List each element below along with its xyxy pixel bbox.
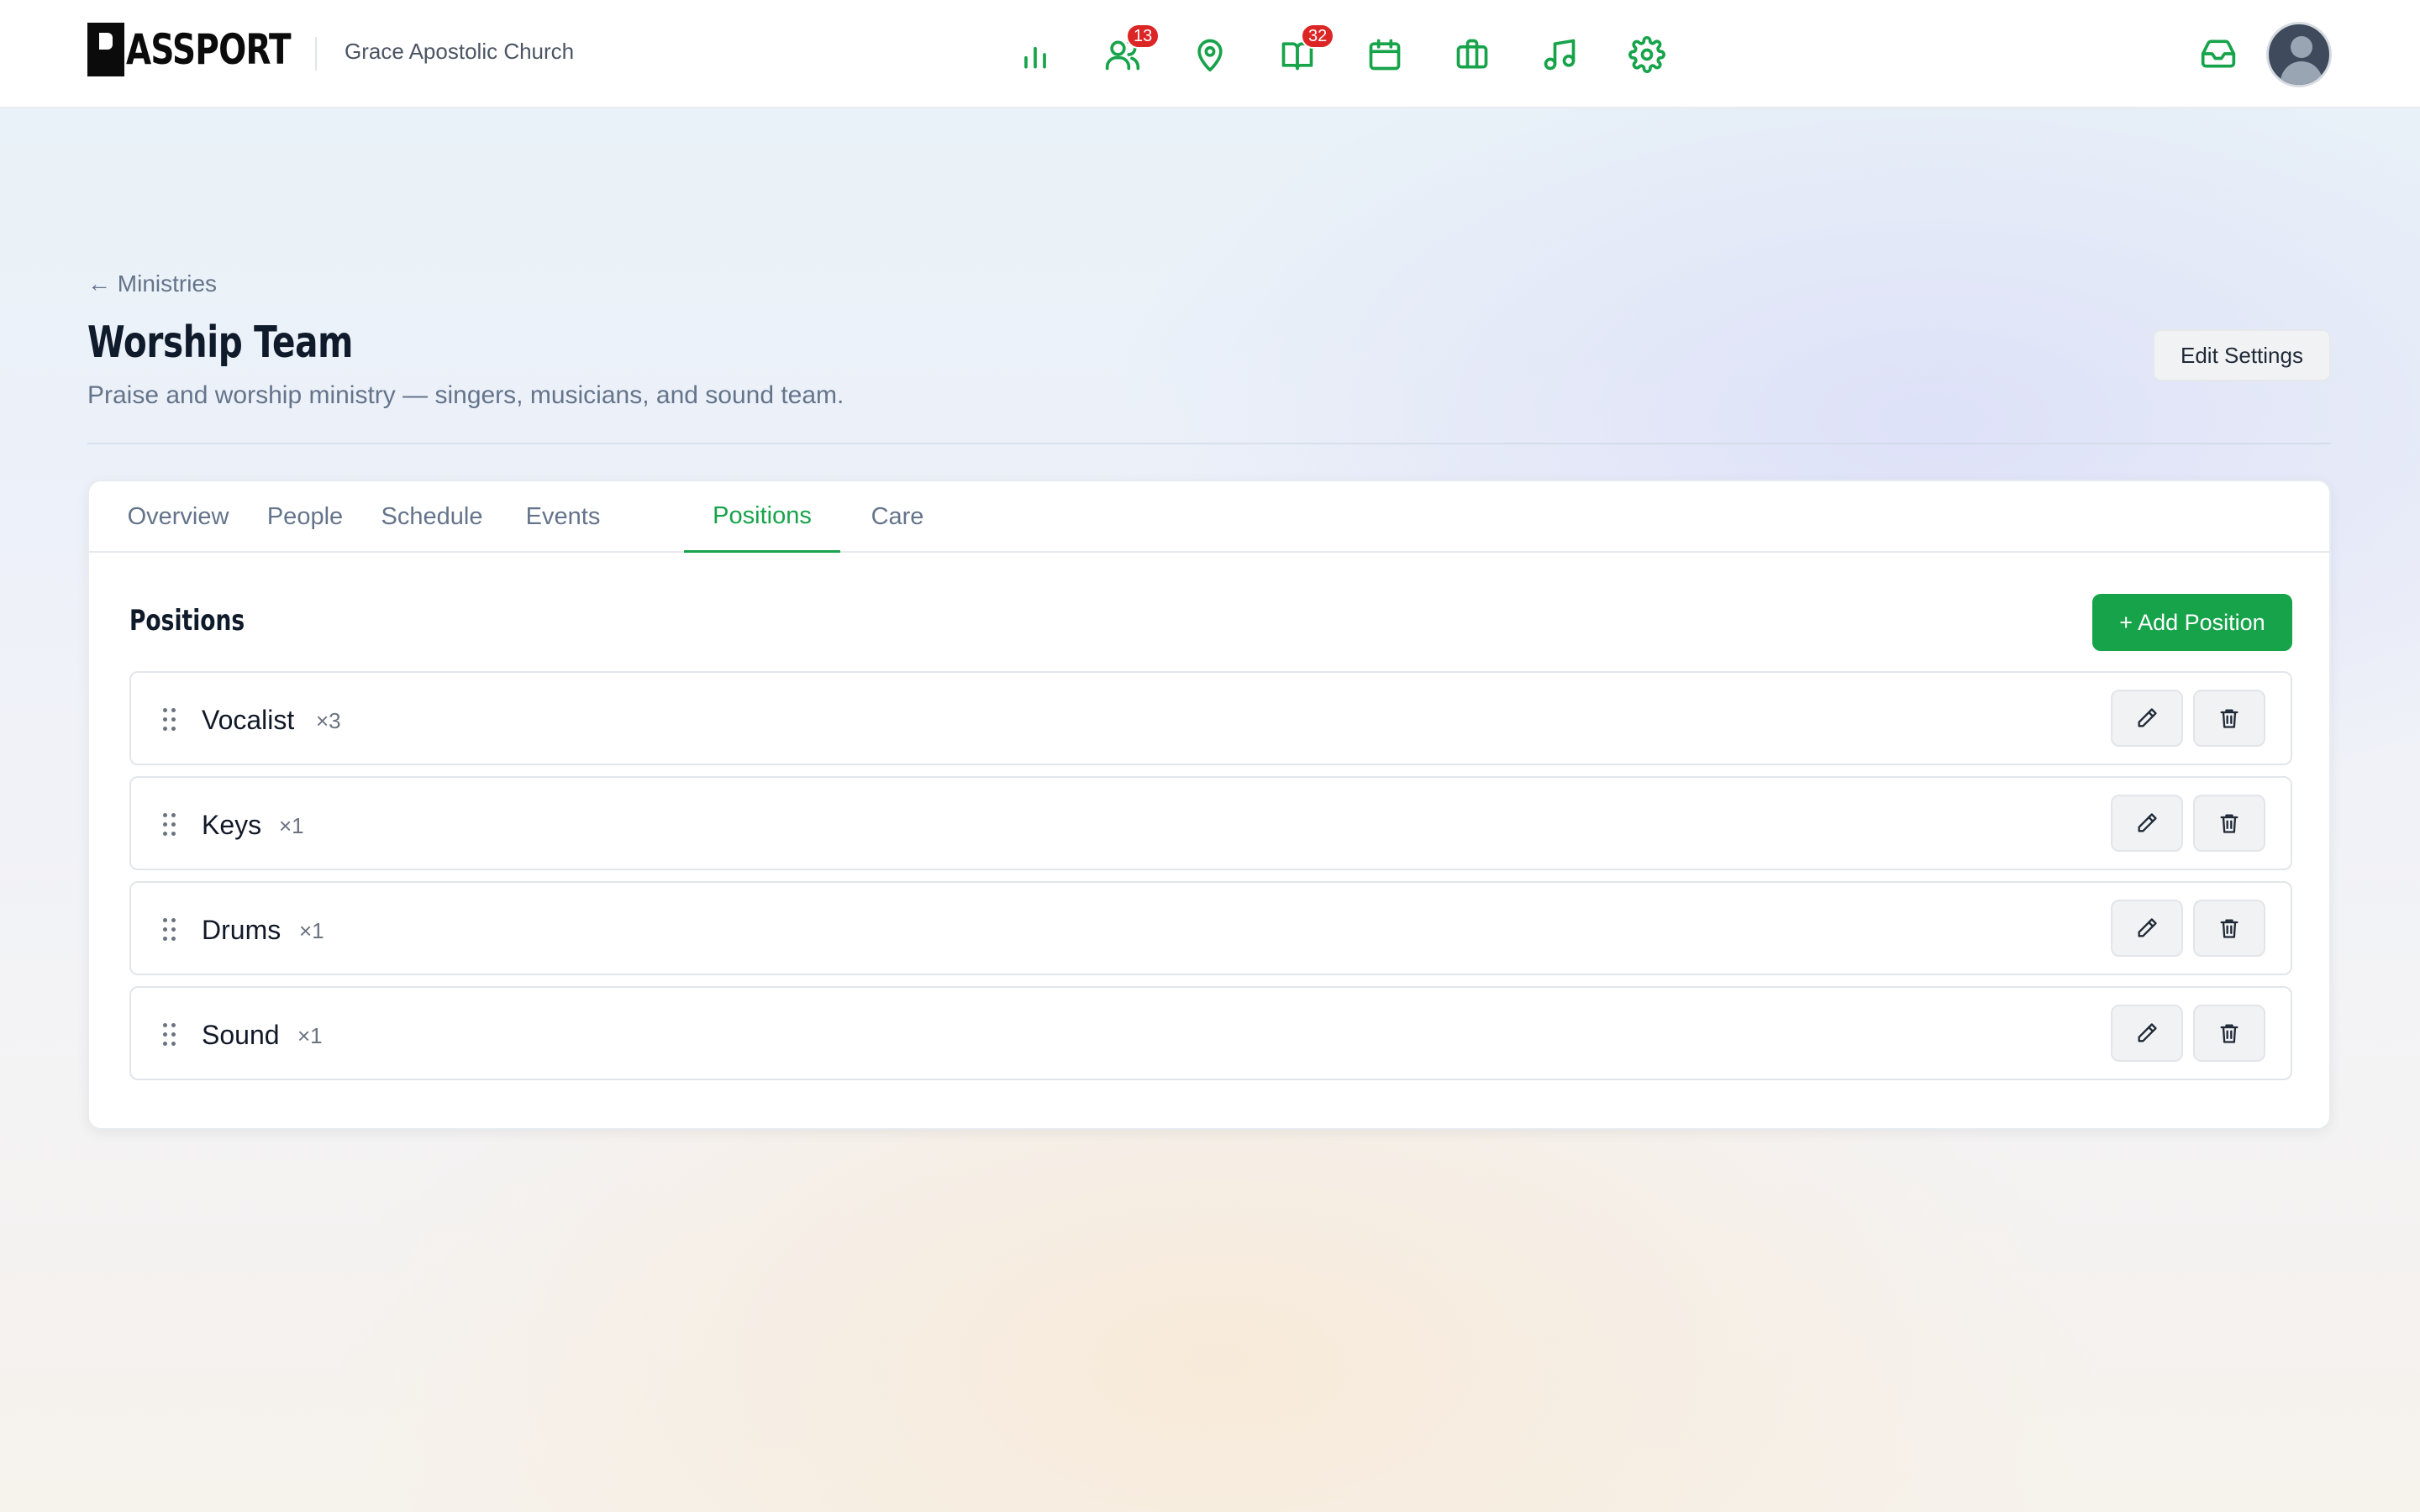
position-name: Vocalist	[202, 705, 295, 735]
tab-schedule[interactable]: Schedule	[368, 481, 496, 553]
position-count: ×3	[316, 708, 341, 733]
position-row: Keys ×1	[129, 776, 2292, 870]
nav-music[interactable]	[1516, 29, 1603, 81]
position-count: ×1	[279, 813, 304, 838]
map-pin-icon	[1197, 39, 1223, 72]
bar-chart-icon	[1024, 46, 1046, 69]
nav-reports[interactable]	[992, 29, 1079, 81]
nav-settings[interactable]	[1603, 29, 1691, 81]
trash-icon	[2220, 709, 2238, 728]
trash-icon	[2220, 919, 2238, 938]
inbox-button[interactable]	[2200, 35, 2240, 72]
tab-events[interactable]: Events	[509, 481, 617, 553]
inbox-icon	[2201, 39, 2236, 68]
nav-groups[interactable]: 32	[1254, 24, 1341, 81]
position-name: Drums	[202, 915, 281, 945]
nav-ministries[interactable]	[1428, 29, 1516, 81]
main-nav: 13 32	[992, 24, 1691, 81]
edit-settings-button[interactable]: Edit Settings	[2153, 329, 2331, 381]
tab-positions[interactable]: Positions	[684, 481, 840, 553]
nav-locations[interactable]	[1166, 29, 1254, 81]
trash-icon	[2220, 814, 2238, 833]
logo-text: ASSPORT	[126, 25, 292, 74]
settings-gear-icon	[1628, 36, 1665, 73]
user-avatar[interactable]	[2266, 22, 2332, 87]
position-row: Vocalist ×3	[129, 671, 2292, 765]
people-count-badge: 13	[1126, 24, 1160, 49]
drag-handle-icon[interactable]	[163, 918, 178, 942]
add-position-button[interactable]: + Add Position	[2092, 594, 2292, 651]
position-row: Sound ×1	[129, 986, 2292, 1080]
groups-count-badge: 32	[1301, 24, 1335, 49]
edit-position-button[interactable]	[2111, 795, 2183, 852]
delete-position-button[interactable]	[2193, 690, 2265, 747]
logo-divider	[315, 37, 317, 71]
trash-icon	[2220, 1024, 2238, 1043]
passport-logo[interactable]: ASSPORT	[87, 20, 337, 79]
positions-section-title: Positions	[129, 604, 245, 638]
edit-position-button[interactable]	[2111, 1005, 2183, 1062]
back-to-ministries-link[interactable]: ← Ministries	[87, 270, 217, 297]
pencil-icon	[2138, 708, 2157, 727]
logo-mark	[87, 23, 124, 76]
delete-position-button[interactable]	[2193, 795, 2265, 852]
page-title: Worship Team	[87, 318, 353, 368]
briefcase-icon	[1456, 39, 1488, 69]
position-row: Drums ×1	[129, 881, 2292, 975]
pencil-icon	[2138, 813, 2157, 832]
position-name: Sound	[202, 1020, 280, 1050]
edit-position-button[interactable]	[2111, 690, 2183, 747]
tab-people[interactable]: People	[257, 481, 353, 553]
position-name: Keys	[202, 810, 262, 840]
edit-position-button[interactable]	[2111, 900, 2183, 957]
position-count: ×1	[299, 918, 324, 943]
organization-name: Grace Apostolic Church	[345, 39, 575, 64]
delete-position-button[interactable]	[2193, 1005, 2265, 1062]
delete-position-button[interactable]	[2193, 900, 2265, 957]
nav-calendar[interactable]	[1341, 29, 1428, 81]
drag-handle-icon[interactable]	[163, 813, 178, 837]
header-divider	[87, 443, 2331, 444]
tab-care[interactable]: Care	[854, 481, 941, 553]
calendar-icon	[1369, 39, 1401, 71]
drag-handle-icon[interactable]	[163, 1023, 178, 1047]
position-count: ×1	[297, 1023, 323, 1048]
ministry-card: Overview People Schedule Events Position…	[87, 480, 2331, 1130]
pencil-icon	[2138, 918, 2157, 937]
drag-handle-icon[interactable]	[163, 708, 178, 732]
tab-overview[interactable]: Overview	[116, 481, 240, 553]
pencil-icon	[2138, 1023, 2157, 1042]
ministry-tabs: Overview People Schedule Events Position…	[89, 481, 2329, 553]
music-icon	[1544, 39, 1576, 71]
top-navbar: ASSPORT Grace Apostolic Church 13 32	[0, 0, 2420, 108]
nav-people[interactable]: 13	[1079, 24, 1166, 81]
page-description: Praise and worship ministry — singers, m…	[87, 381, 844, 409]
